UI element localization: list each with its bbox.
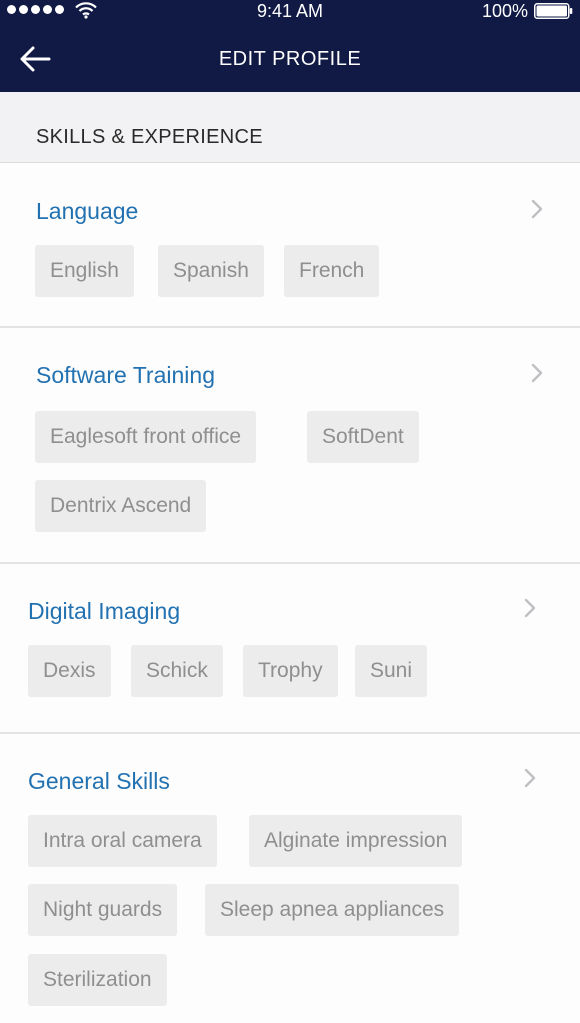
battery-icon — [534, 3, 573, 19]
tag-french[interactable]: French — [284, 245, 380, 297]
skill-group-general-skills: General Skills Intra oral camera Alginat… — [0, 734, 580, 1023]
chevron-right-icon[interactable] — [523, 597, 537, 619]
tag-dentrix-ascend[interactable]: Dentrix Ascend — [35, 480, 207, 532]
page-title: EDIT PROFILE — [218, 48, 362, 70]
skill-group-language: Language English Spanish French — [0, 163, 580, 328]
tag-trophy[interactable]: Trophy — [243, 645, 338, 697]
section-header: SKILLS & EXPERIENCE — [0, 92, 580, 163]
tag-sterilization[interactable]: Sterilization — [28, 954, 167, 1006]
skill-group-digital-imaging: Digital Imaging Dexis Schick Trophy Suni — [0, 564, 580, 734]
tag-intra-oral-camera[interactable]: Intra oral camera — [28, 815, 217, 867]
chevron-right-icon[interactable] — [530, 198, 544, 220]
tag-spanish[interactable]: Spanish — [158, 245, 264, 297]
tag-dexis[interactable]: Dexis — [28, 645, 111, 697]
group-title-digital-imaging[interactable]: Digital Imaging — [28, 598, 180, 625]
chevron-right-icon[interactable] — [523, 767, 537, 789]
group-title-language[interactable]: Language — [36, 198, 138, 225]
group-title-software-training[interactable]: Software Training — [36, 362, 215, 389]
tag-schick[interactable]: Schick — [131, 645, 223, 697]
tag-eaglesoft-front-office[interactable]: Eaglesoft front office — [35, 411, 257, 463]
tag-suni[interactable]: Suni — [355, 645, 428, 697]
group-title-general-skills[interactable]: General Skills — [28, 768, 170, 795]
tag-sleep-apnea-appliances[interactable]: Sleep apnea appliances — [205, 884, 460, 936]
tag-softdent[interactable]: SoftDent — [307, 411, 419, 463]
chevron-right-icon[interactable] — [530, 362, 544, 384]
tag-night-guards[interactable]: Night guards — [28, 884, 178, 936]
navigation-bar: EDIT PROFILE — [0, 34, 580, 86]
back-arrow-icon[interactable] — [18, 44, 54, 74]
skill-group-software-training: Software Training Eaglesoft front office… — [0, 328, 580, 564]
status-bar: 9:41 AM 100% — [0, 0, 580, 24]
tag-english[interactable]: English — [35, 245, 134, 297]
tag-alginate-impression[interactable]: Alginate impression — [249, 815, 463, 867]
battery-percentage: 100% — [482, 1, 529, 21]
top-bar: 9:41 AM 100% EDIT PROFILE — [0, 0, 580, 92]
section-title: SKILLS & EXPERIENCE — [36, 126, 263, 148]
